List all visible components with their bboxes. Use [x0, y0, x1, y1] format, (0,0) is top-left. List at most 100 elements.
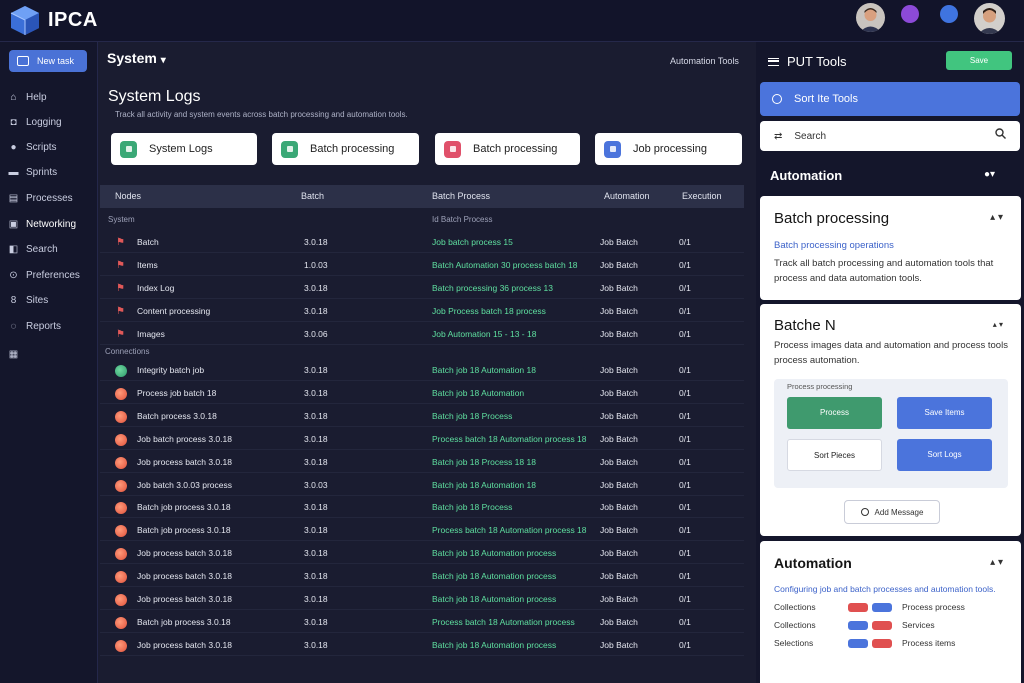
grid-icon: ▦	[8, 348, 19, 360]
sidebar-item-search[interactable]: ◧ Search	[8, 242, 58, 256]
save-items-button[interactable]: Save Items	[897, 397, 992, 429]
sort-pieces-button[interactable]: Sort Pieces	[787, 439, 882, 471]
sidebar-item-scripts[interactable]: ● Scripts	[8, 140, 57, 154]
row-process: Process batch 18 Automation process 18	[432, 525, 587, 536]
column-header[interactable]: Execution	[682, 191, 722, 201]
table-row[interactable]: Job batch process 3.0.18 3.0.18 Process ba…	[100, 429, 744, 450]
card-system-logs[interactable]: System Logs	[111, 133, 257, 165]
column-header[interactable]: Automation	[604, 191, 650, 201]
sidebar-extra-button[interactable]: ▦	[8, 347, 26, 361]
row-name: Integrity batch job	[137, 365, 205, 375]
main-header[interactable]: System ▾	[107, 50, 166, 66]
user-avatar-secondary[interactable]	[974, 3, 1005, 34]
table-row[interactable]: Job process batch 3.0.18 3.0.18 Batch job …	[100, 543, 744, 565]
collapse-toggle-icon[interactable]: ▴ ▾	[990, 212, 1003, 223]
row-execution: 0/1	[679, 594, 691, 604]
sidebar-item-help[interactable]: ⌂ Help	[8, 90, 46, 104]
row-process: Job Process batch 18 process	[432, 305, 546, 316]
right-panel-title: PUT Tools	[768, 54, 847, 69]
search-icon[interactable]	[995, 128, 1006, 139]
save-button[interactable]: Save	[946, 51, 1012, 70]
table-row[interactable]: ⚑ Index Log 3.0.18 Batch processing 36 proc…	[100, 278, 744, 299]
row-process: Batch job 18 Automation 18	[432, 479, 536, 490]
row-execution: 0/1	[679, 433, 691, 444]
tools-search-field[interactable]: ⇄ Search	[760, 121, 1020, 151]
preferences-icon: ⊙	[9, 269, 18, 281]
status-error-icon	[115, 433, 127, 446]
sidebar-item-sites[interactable]: 8 Sites	[8, 293, 49, 307]
collapse-toggle-icon[interactable]: ▴ ▾	[990, 557, 1003, 568]
table-row[interactable]: ⚑ Images 3.0.06 Job Automation 15 - 13 - 18…	[100, 324, 744, 345]
sort-tools-button[interactable]: Sort Ite Tools	[760, 82, 1020, 116]
status-pill	[848, 602, 868, 612]
automation-section-toggle[interactable]: ●▾	[984, 169, 995, 180]
row-batch: 3.0.18	[304, 616, 328, 627]
app-logo[interactable]: IPCA	[8, 4, 98, 36]
row-automation: Job Batch	[600, 410, 638, 421]
table-row[interactable]: Process job batch 18 3.0.18 Batch job 18 A…	[100, 383, 744, 404]
search-input[interactable]: Search	[794, 131, 826, 142]
table-row[interactable]: ⚑ Content processing 3.0.18 Job Process bat…	[100, 301, 744, 322]
user-avatar[interactable]	[856, 3, 885, 32]
column-header[interactable]: Nodes	[115, 191, 141, 201]
status-dot-purple-icon[interactable]	[901, 5, 919, 23]
row-automation: Job Batch	[600, 502, 638, 513]
row-execution: 0/1	[679, 456, 691, 467]
sort-logs-button[interactable]: Sort Logs	[897, 439, 992, 471]
sidebar-item-networking[interactable]: ▣ Networking	[8, 217, 76, 231]
automation-tools-link[interactable]: Automation Tools	[670, 56, 739, 66]
table-row[interactable]: Job process batch 3.0.18 3.0.18 Batch job …	[100, 566, 744, 588]
sidebar-item-sprints[interactable]: ▬ Sprints	[8, 165, 58, 179]
new-task-button[interactable]: New task	[9, 50, 87, 72]
batch-processing-card: Batch processing ▴ ▾ Batch processing op…	[760, 196, 1021, 300]
sidebar-item-preferences[interactable]: ⊙ Preferences	[8, 268, 80, 282]
card-link[interactable]: Batch processing operations	[774, 240, 894, 251]
card-batch-processing-alt[interactable]: Batch processing	[435, 133, 580, 165]
card-description: Track all batch processing and automatio…	[774, 258, 994, 284]
add-message-button[interactable]: Add Message	[844, 500, 940, 524]
chevron-down-icon: ▾	[160, 55, 166, 66]
table-row[interactable]: Job process batch 3.0.18 3.0.18 Batch job …	[100, 635, 744, 656]
card-icon	[120, 140, 137, 158]
card-link[interactable]: Configuring job and batch processes and …	[774, 584, 996, 594]
cube-logo-icon	[10, 6, 39, 35]
column-header[interactable]: Batch Process	[432, 191, 490, 201]
card-batch-processing[interactable]: Batch processing	[272, 133, 419, 165]
sidebar	[0, 42, 98, 683]
status-pill	[872, 638, 892, 648]
table-row[interactable]: Job process batch 3.0.18 3.0.18 Batch job …	[100, 452, 744, 473]
process-button[interactable]: Process	[787, 397, 882, 429]
status-dot-blue-icon[interactable]	[940, 5, 958, 23]
table-row[interactable]: Batch process 3.0.18 3.0.18 Batch job 18 P…	[100, 406, 744, 427]
sort-tools-label: Sort Ite Tools	[794, 93, 858, 105]
sidebar-item-processes[interactable]: ▤ Processes	[8, 191, 73, 205]
column-header[interactable]: Batch	[301, 191, 324, 201]
table-row[interactable]: ⚑ Batch 3.0.18 Job batch process 15 Job Batc…	[100, 232, 744, 253]
card-icon	[281, 140, 298, 158]
table-row[interactable]: Job process batch 3.0.18 3.0.18 Batch job …	[100, 589, 744, 610]
row-automation: Job Batch	[600, 456, 638, 467]
row-automation: Job Batch	[600, 282, 638, 293]
menu-icon[interactable]	[768, 57, 779, 66]
automation-row[interactable]: Collections Process process	[774, 602, 965, 612]
table-row[interactable]: ⚑ Items 1.0.03 Batch Automation 30 process …	[100, 255, 744, 276]
row-batch: 3.0.18	[304, 594, 328, 604]
row-process: Job batch process 15	[432, 237, 513, 247]
sidebar-item-reports[interactable]: ◌ Reports	[8, 319, 62, 333]
table-row[interactable]: Job batch 3.0.03 process 3.0.03 Batch job …	[100, 475, 744, 496]
card-job-processing[interactable]: Job processing	[595, 133, 742, 165]
circle-icon	[860, 508, 869, 516]
table-row[interactable]: Batch job process 3.0.18 3.0.18 Batch job …	[100, 497, 744, 519]
row-text: Process items	[902, 638, 956, 648]
table-row[interactable]: Batch job process 3.0.18 3.0.18 Process ba…	[100, 612, 744, 633]
automation-row[interactable]: Selections Process items	[774, 638, 955, 648]
status-error-icon	[115, 479, 127, 492]
avatar-face-icon	[856, 3, 885, 32]
sidebar-item-label: Scripts	[26, 141, 57, 153]
table-row[interactable]: Batch job process 3.0.18 3.0.18 Process ba…	[100, 520, 744, 542]
sidebar-item-logging[interactable]: ◘ Logging	[8, 115, 61, 129]
automation-row[interactable]: Collections Services	[774, 620, 935, 630]
collapse-toggle-icon[interactable]: ▴ ▾	[993, 320, 1003, 329]
row-automation: Job Batch	[600, 259, 638, 270]
table-row[interactable]: Integrity batch job 3.0.18 Batch job 18 Au…	[100, 360, 744, 381]
